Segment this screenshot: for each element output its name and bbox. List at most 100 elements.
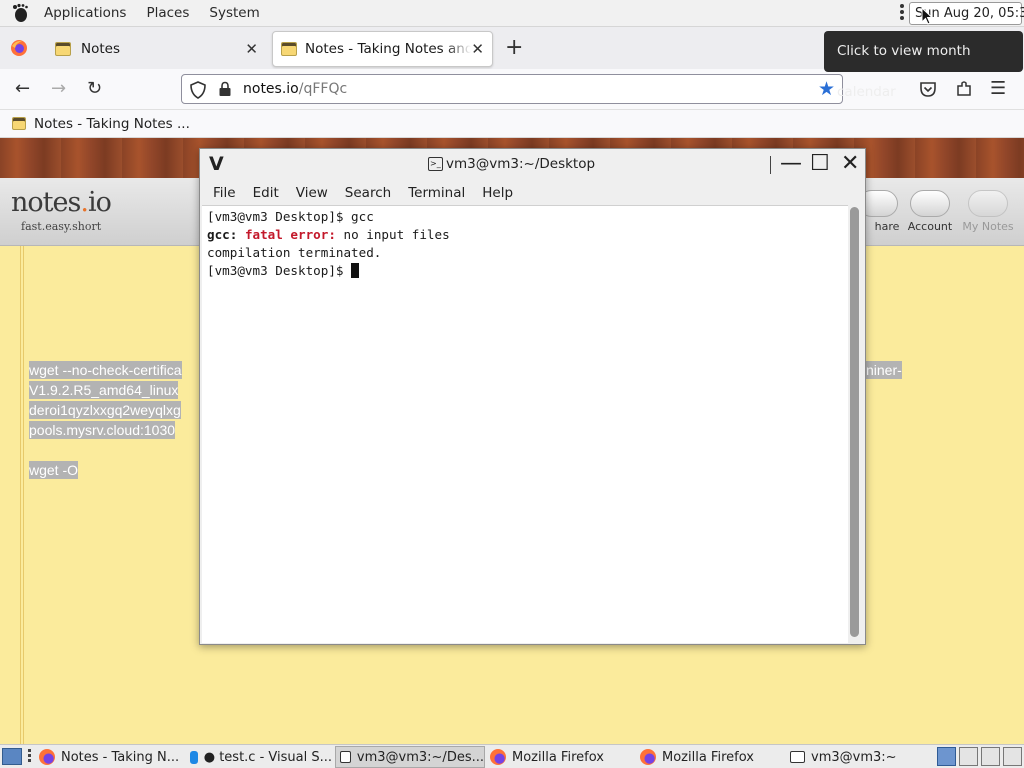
title-separator <box>770 156 771 174</box>
terminal-titlebar[interactable]: V >_ vm3@vm3:~/Desktop — ☐ ✕ <box>200 149 865 180</box>
note-text-line[interactable]: V1.9.2.R5_amd64_linux <box>29 381 179 399</box>
site-tagline: fast.easy.short <box>21 220 102 233</box>
mouse-pointer-icon <box>921 7 933 25</box>
logo-dot: . <box>80 187 89 218</box>
reload-button[interactable]: ↻ <box>87 78 102 100</box>
back-button[interactable]: ← <box>15 78 30 100</box>
menu-file[interactable]: File <box>213 185 236 201</box>
terminal-icon <box>340 751 351 763</box>
workspace-4[interactable] <box>1003 747 1022 766</box>
error-prefix: gcc: <box>207 227 238 242</box>
url-text[interactable]: notes.io/qFFQc <box>243 81 347 97</box>
task-label: vm3@vm3:~/Des... <box>356 749 484 765</box>
url-bar[interactable]: notes.io/qFFQc ★ <box>181 74 843 104</box>
panel-handle[interactable] <box>900 4 905 22</box>
maximize-button[interactable]: ☐ <box>810 152 830 176</box>
menu-system[interactable]: System <box>199 5 269 21</box>
menu-places[interactable]: Places <box>136 5 199 21</box>
terminal-prompt: [vm3@vm3 Desktop]$ <box>207 263 352 278</box>
app-menu-button[interactable]: ☰ <box>990 78 1006 100</box>
account-icon <box>910 190 950 217</box>
terminal-window[interactable]: V >_ vm3@vm3:~/Desktop — ☐ ✕ File Edit V… <box>199 148 866 645</box>
tab-label: Notes <box>81 41 120 57</box>
vscode-icon <box>190 750 198 764</box>
paper-margin-line <box>20 246 21 744</box>
share-label: hare <box>874 220 900 233</box>
error-label: fatal error: <box>244 227 336 242</box>
note-text-line[interactable]: wget --no-check-certifica <box>29 361 182 379</box>
site-logo[interactable]: notes.io <box>11 187 112 218</box>
tab-notes-taking[interactable]: Notes - Taking Notes and Sh ✕ <box>272 31 493 67</box>
account-label: Account <box>907 220 953 233</box>
terminal-line: gcc: fatal error: no input files <box>207 226 848 244</box>
workspace-3[interactable] <box>981 747 1000 766</box>
task-label: Mozilla Firefox <box>662 749 754 765</box>
my-notes-button[interactable]: My Notes <box>958 190 1018 233</box>
my-notes-label: My Notes <box>962 220 1014 233</box>
workspace-2[interactable] <box>959 747 978 766</box>
task-firefox-2[interactable]: Mozilla Firefox <box>636 746 786 768</box>
notes-favicon-icon <box>281 42 297 56</box>
close-tab-icon[interactable]: ✕ <box>245 40 258 58</box>
notes-favicon-icon <box>55 42 71 56</box>
show-desktop-button[interactable] <box>2 748 22 765</box>
tab-notes[interactable]: Notes ✕ <box>43 31 268 67</box>
terminal-line: compilation terminated. <box>207 245 382 260</box>
task-label: Mozilla Firefox <box>512 749 604 765</box>
note-text-line[interactable]: pools.mysrv.cloud:1030 <box>29 421 176 439</box>
scrollbar-thumb[interactable] <box>850 207 859 637</box>
task-terminal-home[interactable]: vm3@vm3:~ <box>786 746 926 768</box>
task-vscode[interactable]: ● test.c - Visual S... <box>186 746 332 768</box>
firefox-icon <box>490 749 506 765</box>
task-terminal-desktop[interactable]: vm3@vm3:~/Des... <box>335 746 485 768</box>
notes-favicon-icon <box>12 117 26 130</box>
window-app-icon[interactable]: V <box>209 153 224 175</box>
menu-help[interactable]: Help <box>482 185 513 201</box>
terminal-menubar: File Edit View Search Terminal Help <box>200 180 865 205</box>
menu-search[interactable]: Search <box>345 185 391 201</box>
close-button[interactable]: ✕ <box>841 152 859 176</box>
terminal-output[interactable]: [vm3@vm3 Desktop]$ gcc gcc: fatal error:… <box>202 205 848 643</box>
task-label: vm3@vm3:~ <box>811 749 897 765</box>
terminal-line: [vm3@vm3 Desktop]$ gcc <box>207 209 374 224</box>
menu-applications[interactable]: Applications <box>34 5 136 21</box>
lock-icon[interactable] <box>218 81 232 97</box>
note-text-line[interactable]: wget -O <box>29 461 79 479</box>
shield-icon[interactable] <box>190 81 206 99</box>
menu-view[interactable]: View <box>296 185 328 201</box>
window-title: >_ vm3@vm3:~/Desktop <box>428 156 595 172</box>
firefox-icon[interactable] <box>10 39 28 57</box>
url-path: /qFFQc <box>298 81 348 97</box>
logo-io: io <box>87 187 112 218</box>
bookmark-notes[interactable]: Notes - Taking Notes ... <box>34 116 190 132</box>
task-firefox-1[interactable]: Mozilla Firefox <box>486 746 634 768</box>
task-notes-firefox[interactable]: Notes - Taking N... <box>35 746 185 768</box>
gnome-foot-icon[interactable] <box>10 3 30 23</box>
bookmark-star-icon[interactable]: ★ <box>818 79 835 99</box>
pocket-icon[interactable] <box>919 80 937 98</box>
minimize-button[interactable]: — <box>780 152 802 176</box>
account-button[interactable]: Account <box>900 190 960 233</box>
calendar-tooltip: Click to view month calendar <box>824 31 1023 100</box>
note-text-line[interactable]: niner- <box>866 361 902 379</box>
extensions-icon[interactable] <box>955 80 973 98</box>
task-label: Notes - Taking N... <box>61 749 180 765</box>
terminal-scrollbar[interactable] <box>850 207 859 637</box>
taskbar-handle[interactable] <box>28 749 32 765</box>
forward-button[interactable]: → <box>51 78 66 100</box>
url-domain: notes.io <box>243 81 299 97</box>
bookmarks-bar: Notes - Taking Notes ... <box>0 110 1024 138</box>
note-text-line[interactable]: deroi1qyzlxxgq2weyqlxg <box>29 401 181 419</box>
firefox-icon <box>39 749 55 765</box>
terminal-prompt-line[interactable]: [vm3@vm3 Desktop]$ <box>207 262 848 280</box>
terminal-icon <box>790 751 805 763</box>
menu-edit[interactable]: Edit <box>253 185 279 201</box>
text-cursor <box>351 263 360 278</box>
new-tab-button[interactable]: + <box>505 35 523 61</box>
terminal-icon: >_ <box>428 157 443 171</box>
close-tab-icon[interactable]: ✕ <box>471 40 484 58</box>
firefox-icon <box>640 749 656 765</box>
menu-terminal[interactable]: Terminal <box>408 185 465 201</box>
workspace-1[interactable] <box>937 747 956 766</box>
window-title-text: vm3@vm3:~/Desktop <box>446 156 596 172</box>
